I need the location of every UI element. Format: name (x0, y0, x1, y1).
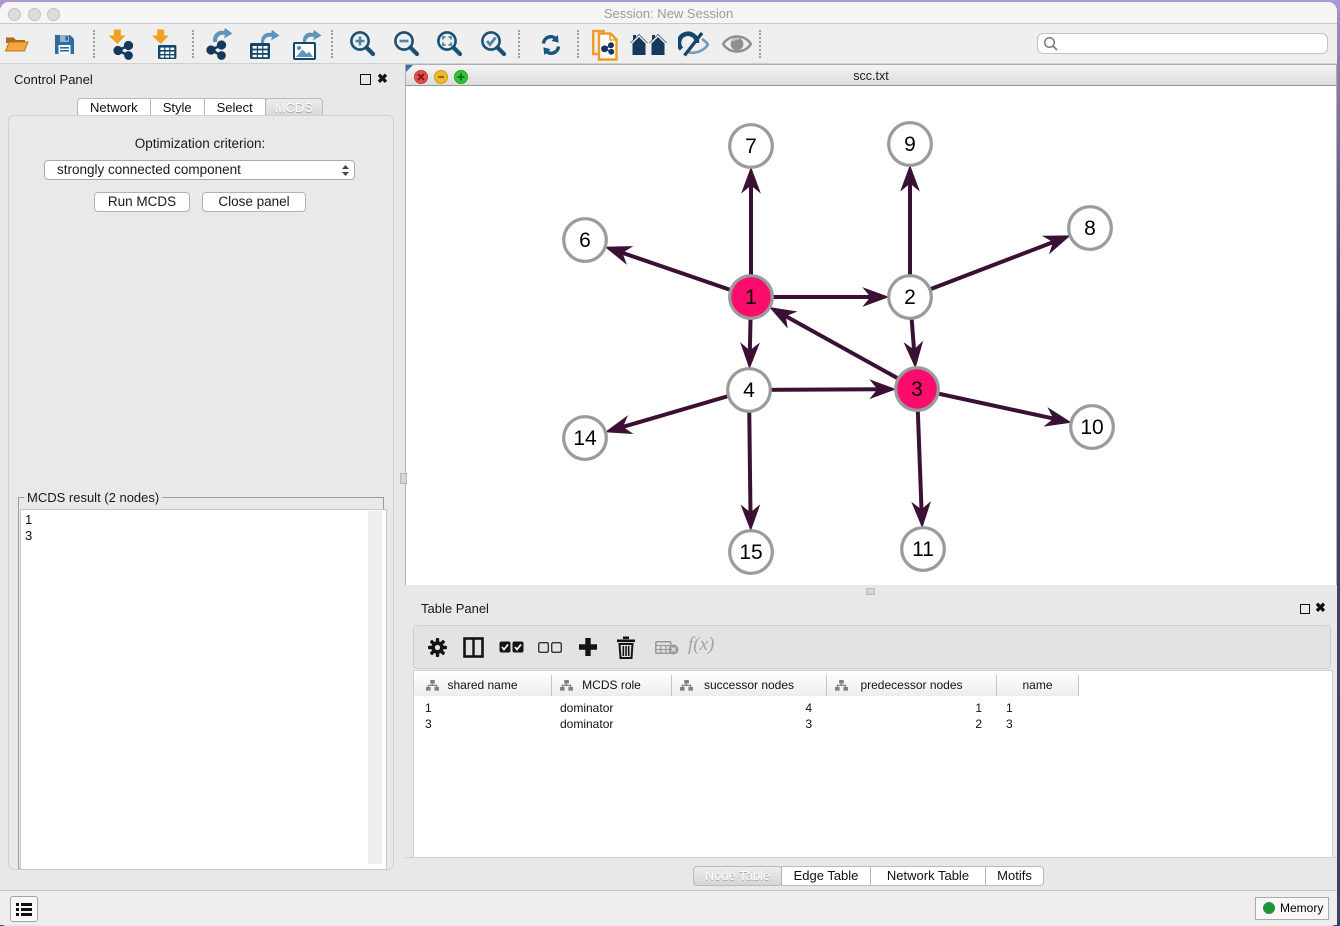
svg-text:4: 4 (743, 379, 755, 402)
svg-text:6: 6 (579, 229, 591, 252)
svg-text:9: 9 (904, 133, 916, 156)
svg-text:8: 8 (1084, 217, 1096, 240)
svg-text:3: 3 (911, 378, 923, 401)
svg-text:14: 14 (573, 427, 597, 450)
svg-text:10: 10 (1080, 416, 1103, 439)
svg-text:7: 7 (745, 135, 757, 158)
svg-text:11: 11 (912, 538, 934, 561)
svg-text:15: 15 (739, 541, 762, 564)
svg-text:1: 1 (745, 286, 757, 309)
svg-text:2: 2 (904, 286, 916, 309)
